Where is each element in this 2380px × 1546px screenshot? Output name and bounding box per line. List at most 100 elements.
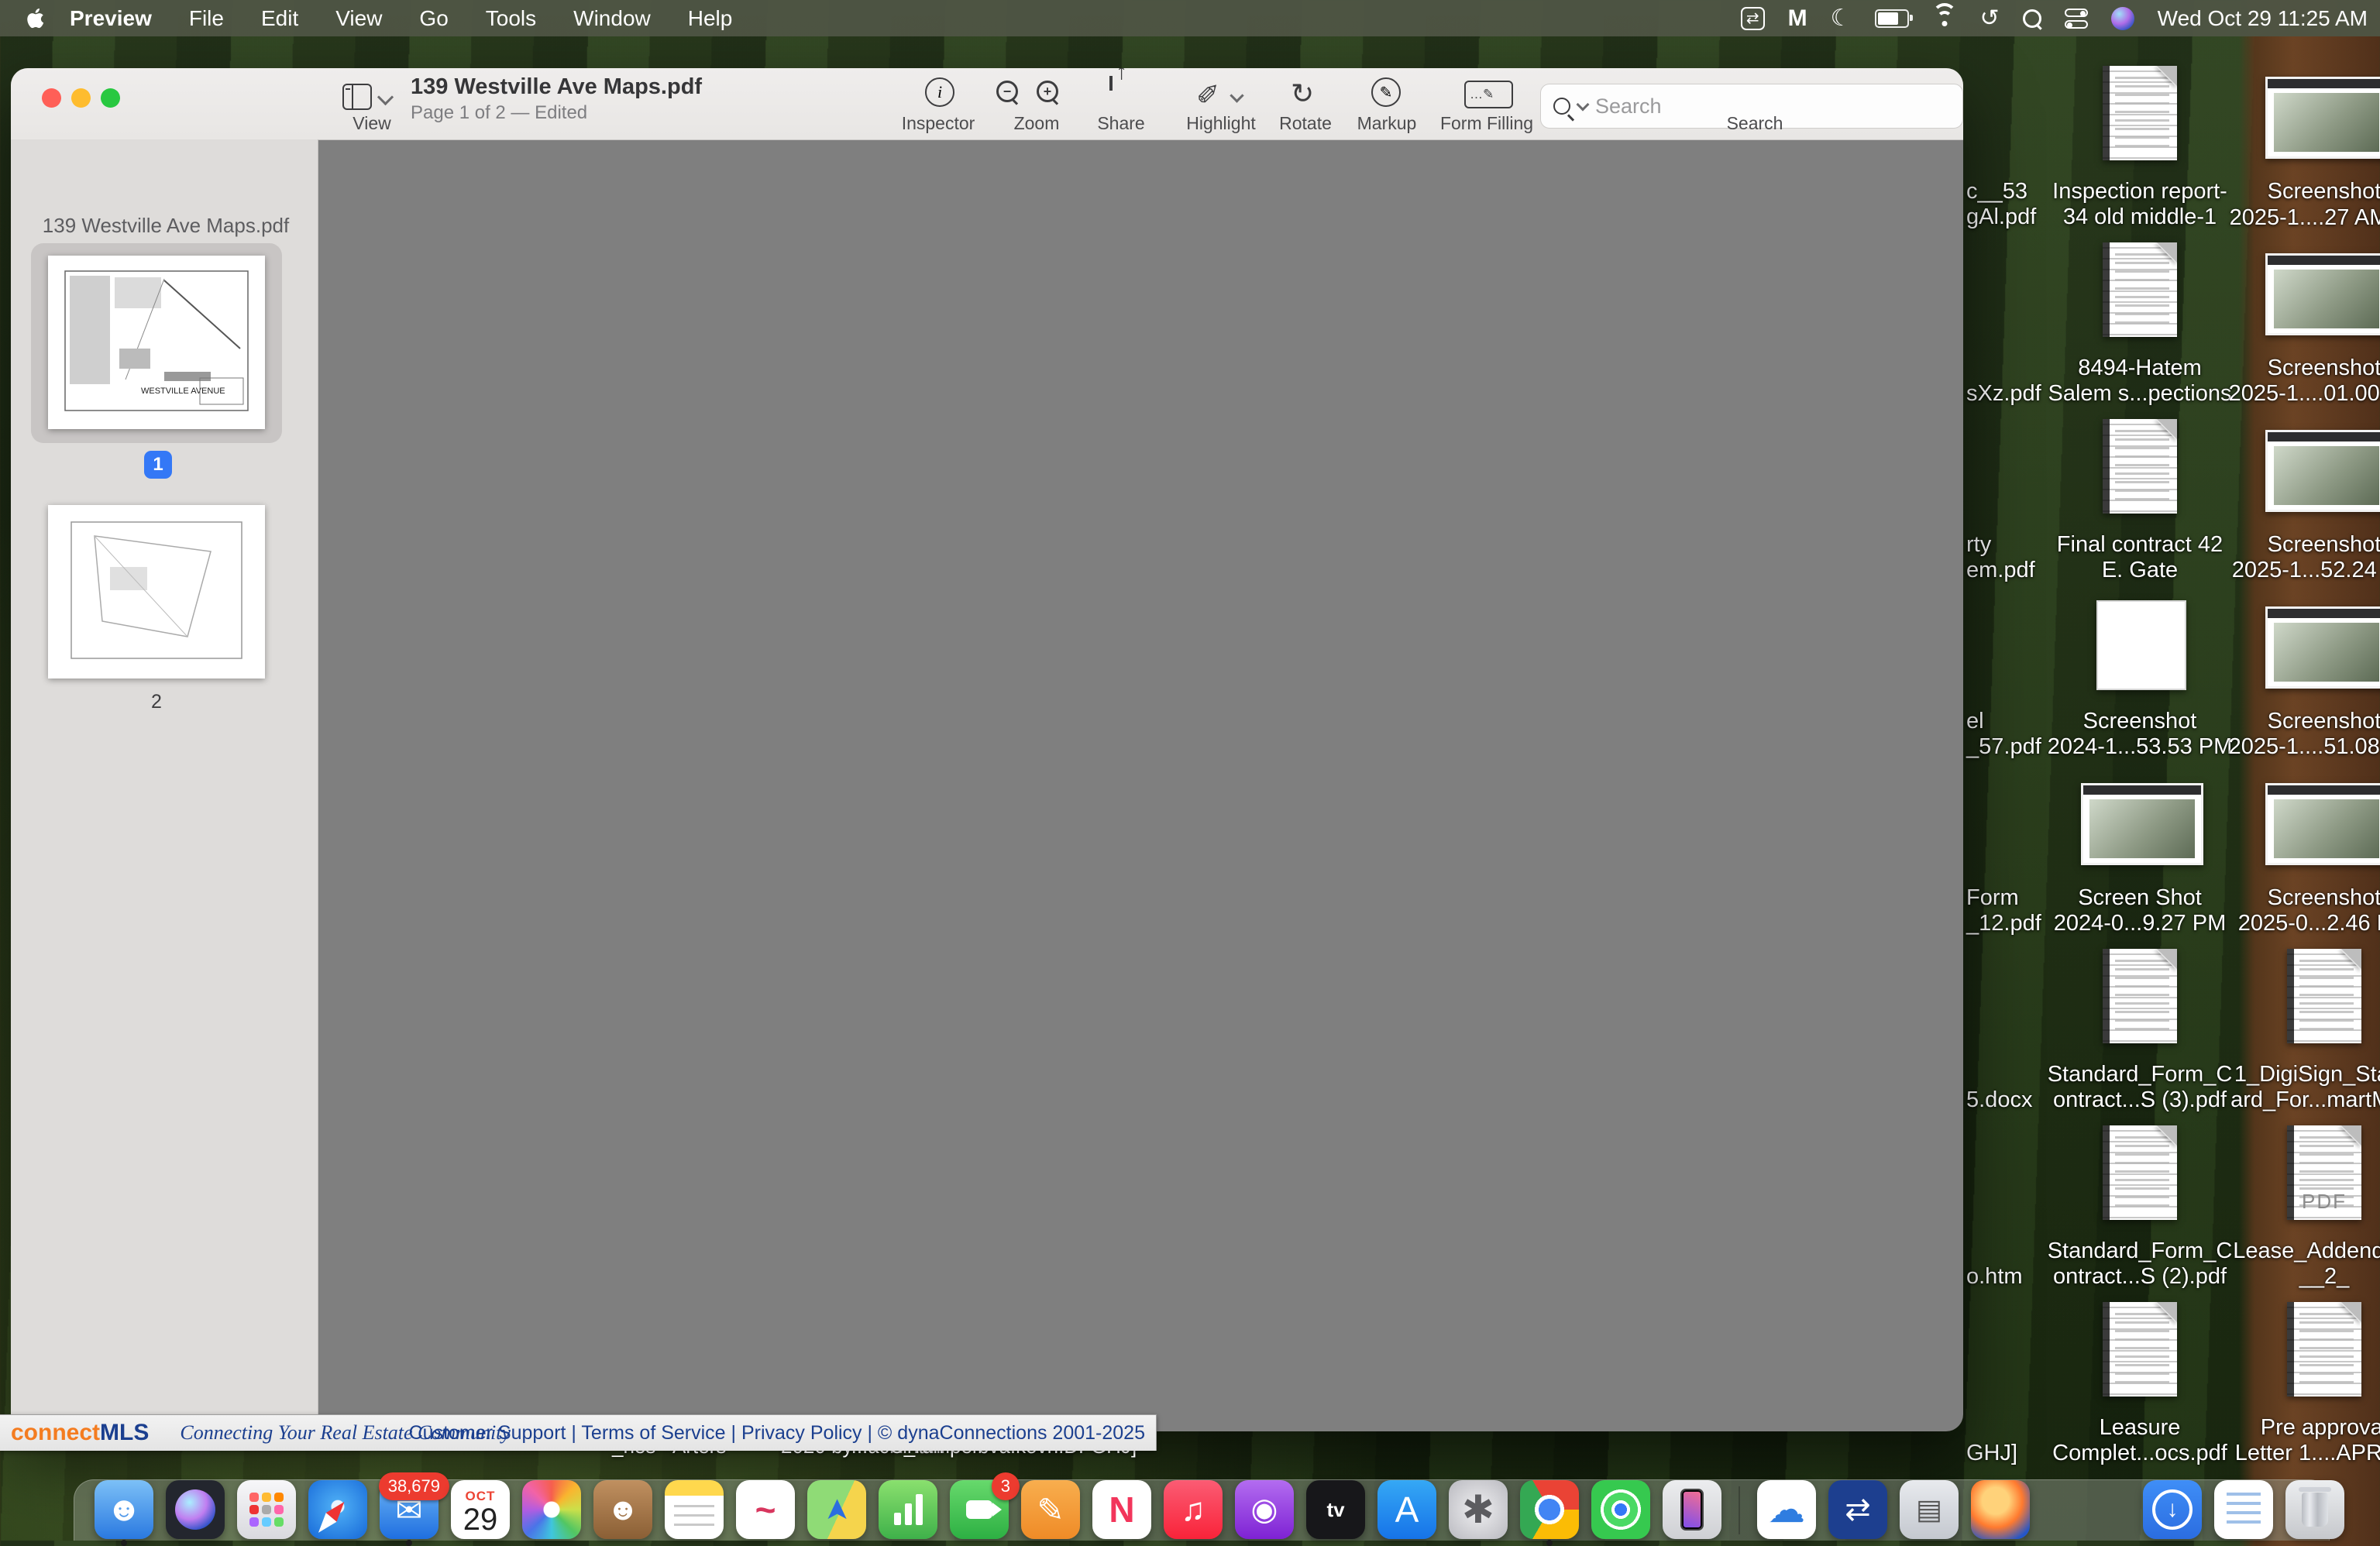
desktop-file-thumbnail[interactable] xyxy=(2287,1302,2361,1397)
zoom-buttons[interactable]: −+ xyxy=(996,81,1058,102)
desktop-file-thumbnail[interactable] xyxy=(2265,253,2380,335)
dock-podcasts-icon[interactable]: ◉ xyxy=(1235,1480,1294,1539)
desktop-file-label[interactable]: Pre approvalLetter 1....APR 25 xyxy=(2177,1415,2380,1466)
highlight-button[interactable]: ✐ xyxy=(1196,79,1242,112)
dock-badge: 38,679 xyxy=(379,1472,449,1500)
dock-news-icon[interactable]: N xyxy=(1092,1480,1151,1539)
desktop-file-thumbnail[interactable] xyxy=(2265,430,2380,512)
desktop-file-thumbnail[interactable] xyxy=(2103,949,2177,1043)
zoom-button[interactable] xyxy=(101,88,120,108)
dock-pages-icon[interactable]: ✎ xyxy=(1021,1480,1080,1539)
desktop-file-label[interactable]: Screenshot2025-0...2.46 PM xyxy=(2177,885,2380,936)
desktop-file-thumbnail[interactable] xyxy=(2265,77,2380,159)
close-button[interactable] xyxy=(42,88,61,108)
desktop-file-thumbnail[interactable] xyxy=(2103,419,2177,514)
dock-launchpad-icon[interactable] xyxy=(237,1480,296,1539)
desktop-file-thumbnail[interactable] xyxy=(2081,783,2203,865)
menu-item-go[interactable]: Go xyxy=(401,6,466,31)
dock-music-icon[interactable]: ♫ xyxy=(1164,1480,1223,1539)
search-placeholder: Search xyxy=(1595,94,1662,119)
menu-item-help[interactable]: Help xyxy=(669,6,751,31)
desktop-file-label[interactable]: Screenshot2025-1...52.24 PM xyxy=(2177,532,2380,583)
connectmls-logo[interactable]: connectMLS xyxy=(11,1420,149,1446)
desktop-file-thumbnail[interactable] xyxy=(2103,242,2177,337)
svg-text:WESTVILLE AVENUE: WESTVILLE AVENUE xyxy=(141,386,225,396)
dock-connect-app-icon[interactable]: ⇄ xyxy=(1828,1480,1887,1539)
battery-icon[interactable] xyxy=(1875,9,1909,28)
dock-onedrive-icon[interactable]: ☁ xyxy=(1757,1480,1816,1539)
page-1-badge: 1 xyxy=(144,451,172,479)
focus-moon-icon[interactable]: ☾ xyxy=(1831,5,1852,32)
desktop-file-thumbnail[interactable] xyxy=(2103,66,2177,160)
minimize-button[interactable] xyxy=(71,88,91,108)
page-2-thumbnail[interactable] xyxy=(48,505,265,679)
desktop-file-label[interactable]: Screenshot2025-1....51.08 PM xyxy=(2177,709,2380,760)
dock-documents-icon[interactable] xyxy=(2214,1480,2273,1539)
menu-item-edit[interactable]: Edit xyxy=(242,6,317,31)
dock-contacts-icon[interactable]: ☻ xyxy=(593,1480,652,1539)
sidebar-filename: 139 Westville Ave Maps.pdf xyxy=(26,214,305,238)
search-label: Search xyxy=(1712,113,1797,134)
dock-calendar-icon[interactable]: OCT29 xyxy=(451,1480,510,1539)
desktop-file-thumbnail[interactable] xyxy=(2265,783,2380,865)
dock-downloads-icon[interactable]: ↓ xyxy=(2143,1480,2202,1539)
menu-status-cluster: ⇄ M ☾ ↺ Wed Oct 29 11:25 AM xyxy=(1741,0,2368,36)
dock-trash-icon[interactable] xyxy=(2285,1480,2344,1539)
menu-item-preview[interactable]: Preview xyxy=(46,6,170,31)
dock-chrome-icon[interactable] xyxy=(1520,1480,1579,1539)
dock-freeform-icon[interactable]: ~ xyxy=(736,1480,795,1539)
inspector-button[interactable]: i xyxy=(925,77,954,107)
desktop-file-thumbnail[interactable] xyxy=(2265,606,2380,689)
desktop-file-label[interactable]: Lease_Addendum__2_ xyxy=(2177,1239,2380,1290)
apple-icon[interactable] xyxy=(26,7,46,30)
desktop-file-label[interactable]: Screenshot2025-1....27 AM☁ xyxy=(2177,179,2380,231)
dock-appletv-icon[interactable]: tv xyxy=(1306,1480,1365,1539)
dock-iphone-mirroring-icon[interactable] xyxy=(1663,1480,1721,1539)
siri-icon[interactable] xyxy=(2111,7,2134,30)
menu-item-tools[interactable]: Tools xyxy=(467,6,555,31)
menu-item-file[interactable]: File xyxy=(170,6,242,31)
window-titlebar[interactable]: View 139 Westville Ave Maps.pdf Page 1 o… xyxy=(11,68,1963,140)
control-center-icon[interactable] xyxy=(2065,9,2088,29)
menu-item-view[interactable]: View xyxy=(317,6,401,31)
dock-findmy-icon[interactable] xyxy=(1591,1480,1650,1539)
share-button[interactable] xyxy=(1109,76,1113,90)
dock-appstore-icon[interactable]: A xyxy=(1377,1480,1436,1539)
desktop-file-thumbnail[interactable] xyxy=(2096,600,2186,690)
view-menu-button[interactable] xyxy=(342,81,401,113)
running-indicator xyxy=(121,1540,127,1546)
mls-links[interactable]: Customer Support | Terms of Service | Pr… xyxy=(409,1422,1145,1445)
desktop-file-thumbnail[interactable]: PDF xyxy=(2287,1125,2361,1220)
desktop-file-thumbnail[interactable] xyxy=(2103,1302,2177,1397)
markup-label: Markup xyxy=(1340,113,1433,134)
dock-safari-icon[interactable] xyxy=(308,1480,367,1539)
page-1-thumbnail[interactable]: WESTVILLE AVENUE xyxy=(48,256,265,429)
markup-button[interactable]: ✎ xyxy=(1371,77,1401,107)
dock-display-app-icon[interactable]: ▤ xyxy=(1900,1480,1959,1539)
menu-clock[interactable]: Wed Oct 29 11:25 AM xyxy=(2158,6,2368,31)
dock-settings-icon[interactable]: ✱ xyxy=(1449,1480,1508,1539)
desktop-file-thumbnail[interactable] xyxy=(2103,1125,2177,1220)
dock-photos-icon[interactable] xyxy=(522,1480,581,1539)
dock-badge: 3 xyxy=(992,1472,1020,1500)
search-icon xyxy=(1553,98,1570,115)
display-mirroring-icon[interactable]: ⇄ xyxy=(1741,7,1765,30)
menu-item-window[interactable]: Window xyxy=(555,6,669,31)
desktop-file-thumbnail[interactable] xyxy=(2287,949,2361,1043)
gmail-m-icon[interactable]: M xyxy=(1788,5,1807,32)
wifi-icon[interactable] xyxy=(1932,9,1957,28)
time-machine-icon[interactable]: ↺ xyxy=(1980,5,2000,32)
dock-finder-icon[interactable]: ☻ xyxy=(95,1480,153,1539)
dock-maps-icon[interactable] xyxy=(807,1480,866,1539)
dock-mail-icon[interactable]: ✉38,679 xyxy=(380,1480,439,1539)
spotlight-icon[interactable] xyxy=(2023,9,2041,28)
dock-siri-icon[interactable] xyxy=(166,1480,225,1539)
desktop-file-label[interactable]: Screenshot2025-1....01.00 PM xyxy=(2177,356,2380,407)
rotate-button[interactable]: ↻ xyxy=(1291,77,1314,110)
dock-notes-icon[interactable] xyxy=(665,1480,724,1539)
dock-numbers-icon[interactable] xyxy=(879,1480,937,1539)
dock-browser-orb-icon[interactable] xyxy=(1971,1480,2030,1539)
dock-facetime-icon[interactable]: 3 xyxy=(950,1480,1009,1539)
form-filling-button[interactable]: …✎ xyxy=(1464,81,1513,108)
desktop-file-label[interactable]: 1_DigiSign_Standard_For...martMLS xyxy=(2177,1062,2380,1113)
